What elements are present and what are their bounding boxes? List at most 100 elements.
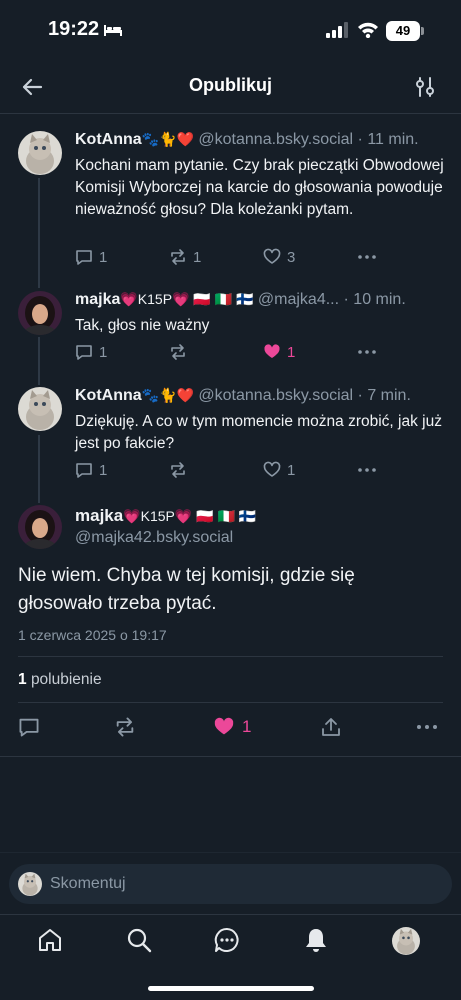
post-actions: 1 1 3 <box>75 248 385 270</box>
author-name[interactable]: majka <box>75 506 123 525</box>
search-icon[interactable] <box>126 927 152 953</box>
repost-icon <box>171 249 185 265</box>
avatar[interactable] <box>18 387 62 431</box>
likes-count: 1 <box>18 671 27 688</box>
post-header: majka💗K15P💗 🇵🇱 🇮🇹 🇫🇮 <box>75 506 256 526</box>
author-handle[interactable]: @kotanna.bsky.social <box>198 131 353 148</box>
reply-icon <box>19 718 39 737</box>
more-icon <box>358 468 376 472</box>
post-actions: 1 1 <box>75 343 385 365</box>
like-button[interactable]: 1 <box>263 461 295 479</box>
post-item[interactable]: majka💗K15P💗 🇵🇱 🇮🇹 🇫🇮 @majka4... · 10 min… <box>0 284 461 374</box>
more-button[interactable] <box>416 716 438 738</box>
heart-icon <box>263 248 281 264</box>
comment-placeholder: Skomentuj <box>50 875 126 892</box>
like-count: 1 <box>242 717 252 736</box>
repost-button[interactable] <box>169 461 187 479</box>
post-header: KotAnna🐾🐈❤️ @kotanna.bsky.social · 7 min… <box>75 387 411 405</box>
post-item[interactable]: KotAnna🐾🐈❤️ @kotanna.bsky.social · 7 min… <box>0 374 461 498</box>
main-post-text: Nie wiem. Chyba w tej komisji, gdzie się… <box>18 565 355 614</box>
wifi-icon <box>358 22 378 38</box>
reply-button[interactable]: 1 <box>75 461 107 479</box>
bed-icon <box>104 25 122 36</box>
author-name[interactable]: KotAnna <box>75 387 142 404</box>
share-button[interactable] <box>320 716 342 738</box>
post-time: · 7 min. <box>357 387 411 404</box>
page-title: Opublikuj <box>189 75 272 95</box>
like-button[interactable]: 1 <box>263 343 295 361</box>
chat-icon[interactable] <box>214 927 240 953</box>
like-count: 3 <box>287 248 296 266</box>
heart-icon <box>264 344 280 358</box>
status-bar: 19:22 49 <box>0 0 461 60</box>
likes-label: polubienie <box>30 671 102 688</box>
post-text: Dziękuję. A co w tym momencie można zrob… <box>75 413 442 452</box>
author-emoji: 🐾🐈❤️ <box>141 131 194 147</box>
like-button[interactable]: 1 <box>212 716 251 738</box>
status-time: 19:22 <box>48 18 100 40</box>
repost-icon <box>116 717 134 737</box>
post-time: · 11 min. <box>357 131 419 148</box>
repost-icon <box>171 344 185 360</box>
comment-input[interactable]: Skomentuj <box>9 864 452 904</box>
post-time: · 10 min. <box>343 291 406 308</box>
repost-button[interactable] <box>114 716 136 738</box>
likes-summary[interactable]: 1 polubienie <box>18 671 102 689</box>
author-name[interactable]: majka <box>75 291 120 308</box>
share-icon <box>322 718 340 736</box>
repost-icon <box>171 462 185 478</box>
author-emoji: 🐾🐈❤️ <box>141 387 194 403</box>
avatar <box>18 872 42 896</box>
author-handle[interactable]: @majka42.bsky.social <box>75 529 233 546</box>
avatar[interactable] <box>18 505 62 549</box>
avatar[interactable] <box>18 131 62 175</box>
repost-button[interactable] <box>169 343 187 361</box>
reply-icon <box>76 345 92 360</box>
more-icon <box>358 255 376 259</box>
like-count: 1 <box>287 461 296 479</box>
repost-count: 1 <box>193 248 202 266</box>
post-header-handle: @majka42.bsky.social <box>75 529 233 547</box>
author-emoji: 💗K15P💗 🇵🇱 🇮🇹 🇫🇮 <box>120 291 254 307</box>
reply-icon <box>76 250 92 265</box>
avatar[interactable] <box>18 291 62 335</box>
bell-icon[interactable] <box>303 927 329 953</box>
post-item[interactable]: KotAnna🐾🐈❤️ @kotanna.bsky.social · 11 mi… <box>0 114 461 284</box>
battery-tip <box>421 27 424 35</box>
reply-button[interactable] <box>18 716 40 738</box>
more-icon <box>358 350 376 354</box>
divider <box>18 702 443 703</box>
repost-button[interactable]: 1 <box>169 248 201 266</box>
like-count: 1 <box>287 343 296 361</box>
heart-icon <box>214 717 234 735</box>
post-text: Kochani mam pytanie. Czy brak pieczątki … <box>75 157 444 218</box>
author-name[interactable]: KotAnna <box>75 131 142 148</box>
more-button[interactable] <box>357 248 377 266</box>
more-button[interactable] <box>357 343 377 361</box>
header: Opublikuj <box>0 60 461 114</box>
filter-icon[interactable] <box>414 75 436 99</box>
home-indicator <box>148 986 314 991</box>
reply-count: 1 <box>99 343 108 361</box>
reply-button[interactable]: 1 <box>75 248 107 266</box>
divider <box>18 656 443 657</box>
reply-count: 1 <box>99 248 108 266</box>
author-handle[interactable]: @kotanna.bsky.social <box>198 387 353 404</box>
post-text: Tak, głos nie ważny <box>75 317 210 334</box>
reply-button[interactable]: 1 <box>75 343 107 361</box>
reply-icon <box>76 463 92 478</box>
signal-icon <box>326 22 348 38</box>
post-header: KotAnna🐾🐈❤️ @kotanna.bsky.social · 11 mi… <box>75 131 419 149</box>
section-divider <box>0 756 461 757</box>
reply-count: 1 <box>99 461 108 479</box>
profile-avatar[interactable] <box>392 927 420 955</box>
more-button[interactable] <box>357 461 377 479</box>
home-icon[interactable] <box>37 927 63 953</box>
post-header: majka💗K15P💗 🇵🇱 🇮🇹 🇫🇮 @majka4... · 10 min… <box>75 291 406 309</box>
like-button[interactable]: 3 <box>263 248 295 266</box>
main-post-actions: 1 <box>0 716 461 742</box>
comment-bar: Skomentuj <box>0 852 461 914</box>
battery-level: 49 <box>386 21 420 41</box>
author-handle[interactable]: @majka4... <box>258 291 339 308</box>
post-actions: 1 1 <box>75 461 385 483</box>
